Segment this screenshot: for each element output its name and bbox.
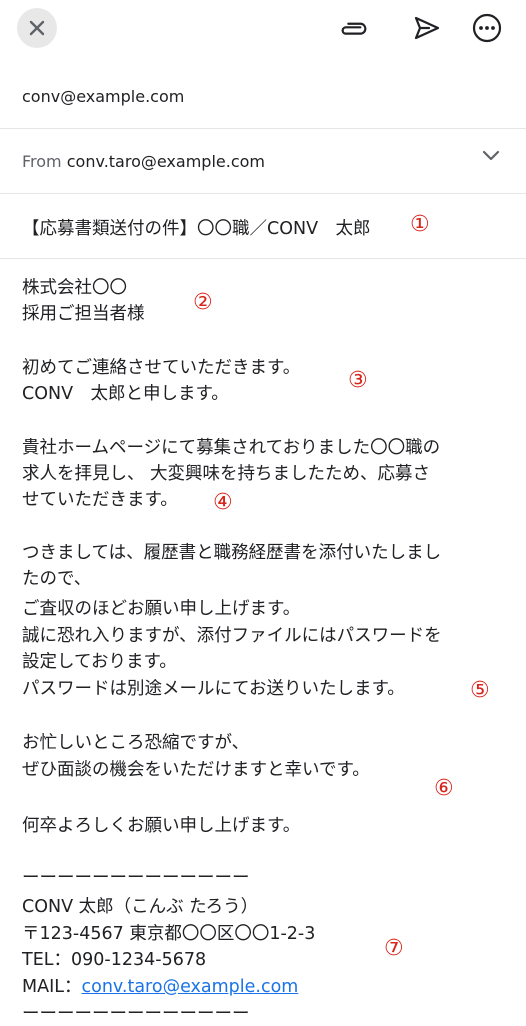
from-field: From conv.taro@example.com — [22, 152, 265, 171]
body-line: つきましては、履歴書と職務経歴書を添付いたしまし — [22, 543, 442, 563]
body-line: 誠に恐れ入りますが、添付ファイルにはパスワードを — [22, 626, 442, 646]
from-label: From — [22, 152, 62, 171]
signature-address: 〒123-4567 東京都〇〇区〇〇1-2-3 — [22, 924, 316, 944]
send-icon — [414, 16, 440, 40]
body-line: せていただきます。 — [22, 490, 178, 510]
subject-row[interactable]: 【応募書類送付の件】〇〇職／CONV 太郎 ① — [0, 194, 526, 259]
attach-button[interactable] — [336, 10, 372, 46]
body-line: 設定しております。 — [22, 652, 177, 672]
close-icon — [29, 20, 45, 36]
marker-7: ⑦ — [384, 936, 404, 961]
paperclip-icon — [341, 22, 367, 35]
body-line: 株式会社〇〇 — [22, 278, 127, 298]
body-line: 求人を拝見し、 大変興味を持ちましたため、応募さ — [22, 464, 431, 484]
more-options-button[interactable] — [469, 10, 505, 46]
signature-rule-top: ーーーーーーーーーーーーー — [22, 868, 250, 888]
compose-toolbar — [0, 0, 526, 58]
signature-mail: MAIL：conv.taro@example.com — [22, 975, 298, 999]
more-horizontal-icon — [472, 13, 502, 43]
body-line: 初めてご連絡させていただきます。 — [22, 358, 301, 378]
body-line: ご査収のほどお願い申し上げます。 — [22, 599, 301, 619]
chevron-down-icon[interactable] — [482, 150, 500, 162]
body-line: ぜひ面談の機会をいただけますと幸いです。 — [22, 760, 370, 780]
marker-2: ② — [193, 290, 213, 315]
signature-mail-label: MAIL： — [22, 977, 82, 997]
from-row[interactable]: From conv.taro@example.com — [0, 129, 526, 194]
body-line: 採用ご担当者様 — [22, 304, 145, 324]
signature-tel: TEL：090-1234-5678 — [22, 950, 207, 970]
to-row[interactable]: conv@example.com — [0, 68, 526, 129]
marker-4: ④ — [213, 490, 233, 515]
signature-mail-link[interactable]: conv.taro@example.com — [81, 977, 298, 997]
send-button[interactable] — [409, 10, 445, 46]
signature-rule-bottom: ーーーーーーーーーーーーー — [22, 1004, 250, 1024]
marker-3: ③ — [348, 368, 368, 393]
from-address: conv.taro@example.com — [66, 152, 265, 171]
body-line: 貴社ホームページにて募集されておりました〇〇職の — [22, 438, 441, 458]
body-line: お忙しいところ恐縮ですが、 — [22, 733, 250, 753]
body-line: たので、 — [22, 569, 92, 589]
body-line: CONV 太郎と申します。 — [22, 384, 229, 404]
marker-6: ⑥ — [434, 776, 454, 801]
marker-1: ① — [410, 212, 430, 237]
marker-5: ⑤ — [470, 678, 490, 703]
signature-name: CONV 太郎（こんぶ たろう） — [22, 897, 259, 917]
subject-input[interactable]: 【応募書類送付の件】〇〇職／CONV 太郎 — [22, 215, 371, 240]
close-button[interactable] — [17, 8, 57, 48]
to-address[interactable]: conv@example.com — [22, 87, 184, 106]
body-line: パスワードは別途メールにてお送りいたします。 — [22, 679, 405, 699]
body-line: 何卒よろしくお願い申し上げます。 — [22, 816, 301, 836]
